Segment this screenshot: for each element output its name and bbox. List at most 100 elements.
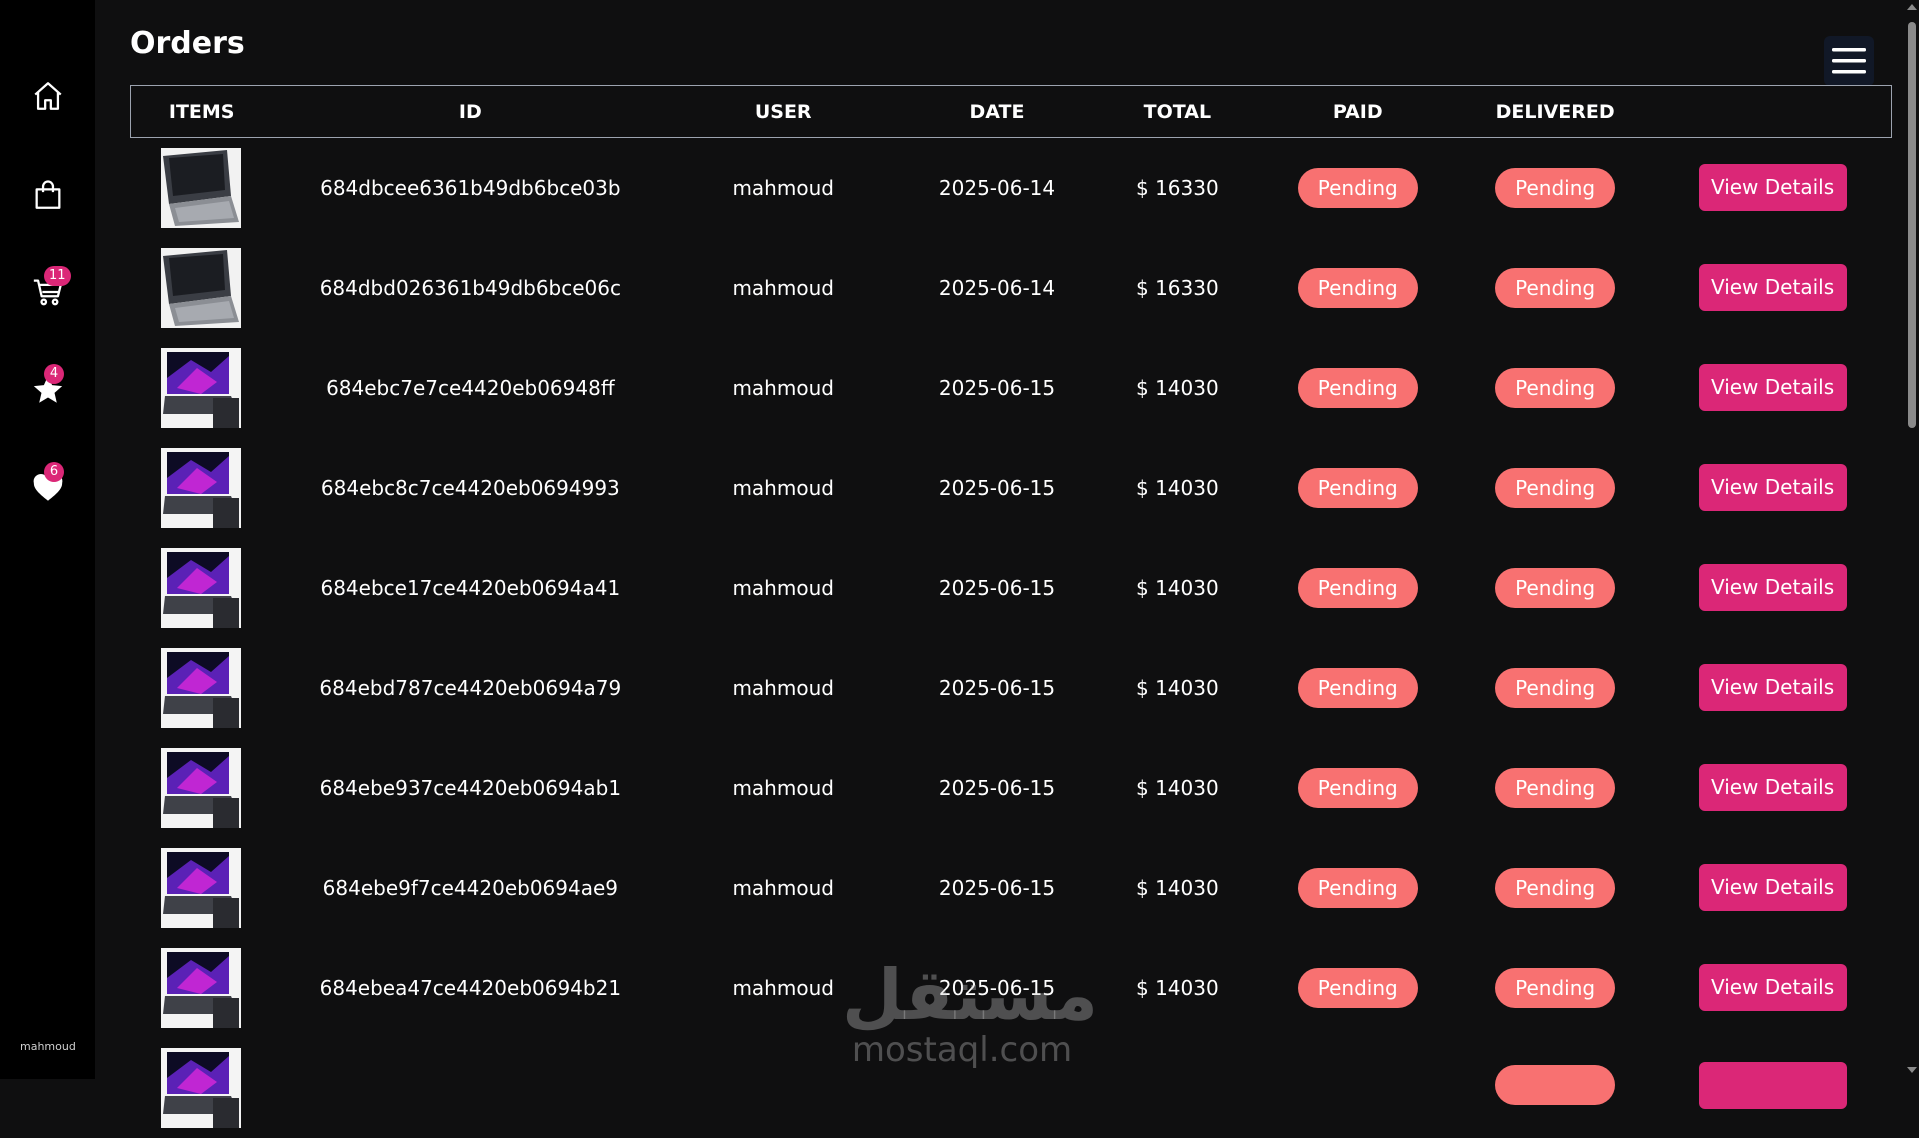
nav-favorites[interactable]: 4 [0, 360, 95, 420]
product-thumbnail [161, 147, 242, 228]
order-user: mahmoud [732, 775, 834, 800]
paid-status-badge: Pending [1297, 367, 1418, 408]
order-user: mahmoud [732, 675, 834, 700]
watermark-latin: mostaql.com [851, 1030, 1073, 1070]
order-total: $ 14030 [1136, 475, 1219, 500]
product-thumbnail [161, 547, 242, 628]
order-user: mahmoud [732, 475, 834, 500]
order-total: $ 14030 [1136, 675, 1219, 700]
order-total [1096, 1038, 1259, 1138]
delivered-status-badge: Pending [1495, 367, 1616, 408]
paid-status-badge: Pending [1297, 267, 1418, 308]
order-id: 684ebc7e7ce4420eb06948ff [326, 375, 615, 400]
delivered-status-badge: Pending [1495, 467, 1616, 508]
paid-status-badge: Pending [1297, 667, 1418, 708]
order-date: 2025-06-14 [938, 275, 1056, 300]
paid-status-badge: Pending [1297, 767, 1418, 808]
view-details-button[interactable]: View Details [1698, 864, 1847, 911]
order-total: $ 14030 [1136, 375, 1219, 400]
table-row: 684ebc8c7ce4420eb0694993 mahmoud 2025-06-1… [131, 438, 1892, 538]
watermark-arabic: مستقل [842, 954, 1099, 1036]
order-user: mahmoud [732, 175, 834, 200]
table-row: 684ebe9f7ce4420eb0694ae9 mahmoud 2025-06-1… [131, 838, 1892, 938]
delivered-status-badge: Pending [1495, 267, 1616, 308]
view-details-button[interactable]: View Details [1698, 264, 1847, 311]
nav-cart[interactable]: 11 [0, 262, 95, 322]
scroll-down-arrow[interactable] [1907, 1067, 1917, 1073]
order-id: 684ebe937ce4420eb0694ab1 [319, 775, 622, 800]
favorites-count-badge: 4 [44, 364, 64, 384]
delivered-status-badge: Pending [1495, 767, 1616, 808]
order-total: $ 16330 [1136, 175, 1219, 200]
order-date: 2025-06-15 [938, 675, 1056, 700]
table-row: 684dbd026361b49db6bce06c mahmoud 2025-06-1… [131, 238, 1892, 338]
order-id: 684ebd787ce4420eb0694a79 [319, 675, 622, 700]
product-thumbnail [161, 647, 242, 728]
order-id: 684dbcee6361b49db6bce03b [320, 175, 621, 200]
order-user: mahmoud [732, 575, 834, 600]
nav-shop[interactable] [0, 165, 95, 225]
order-id [272, 1038, 668, 1138]
view-details-button[interactable] [1698, 1061, 1847, 1109]
view-details-button[interactable]: View Details [1698, 764, 1847, 811]
product-thumbnail [161, 1047, 242, 1128]
header-paid: PAID [1332, 100, 1383, 123]
home-icon [33, 82, 62, 110]
view-details-button[interactable]: View Details [1698, 664, 1847, 711]
main-content: Orders ITEMS ID USER DATE TOTAL PAID DEL… [95, 0, 1895, 1128]
delivered-status-badge [1495, 1065, 1616, 1105]
header-date: DATE [969, 100, 1025, 123]
product-thumbnail [161, 247, 242, 328]
wishlist-count-badge: 6 [44, 462, 64, 482]
order-date: 2025-06-15 [938, 575, 1056, 600]
table-row: 684ebd787ce4420eb0694a79 mahmoud 2025-06-1… [131, 638, 1892, 738]
order-date: 2025-06-14 [938, 175, 1056, 200]
header-total: TOTAL [1143, 100, 1212, 123]
order-id: 684ebe9f7ce4420eb0694ae9 [322, 875, 619, 900]
paid-status-badge: Pending [1297, 467, 1418, 508]
header-actions [1654, 86, 1892, 138]
delivered-status-badge: Pending [1495, 867, 1616, 908]
delivered-status-badge: Pending [1495, 567, 1616, 608]
sidebar-username[interactable]: mahmoud [20, 1040, 76, 1053]
nav-home[interactable] [0, 66, 95, 126]
delivered-status-badge: Pending [1495, 967, 1616, 1008]
cart-count-badge: 11 [44, 266, 71, 286]
sidebar: 11 4 6 mahmoud [0, 0, 95, 1079]
order-id: 684dbd026361b49db6bce06c [319, 275, 621, 300]
paid-status-badge: Pending [1297, 867, 1418, 908]
page-title: Orders [130, 26, 245, 61]
nav-wishlist[interactable]: 6 [0, 458, 95, 518]
table-row: 684ebc7e7ce4420eb06948ff mahmoud 2025-06-1… [131, 338, 1892, 438]
order-date: 2025-06-15 [938, 475, 1056, 500]
view-details-button[interactable]: View Details [1698, 964, 1847, 1011]
scroll-up-arrow[interactable] [1907, 4, 1917, 10]
order-id: 684ebea47ce4420eb0694b21 [319, 975, 622, 1000]
order-date: 2025-06-15 [938, 875, 1056, 900]
paid-status-badge: Pending [1297, 567, 1418, 608]
order-id: 684ebc8c7ce4420eb0694993 [320, 475, 620, 500]
order-user: mahmoud [732, 375, 834, 400]
order-date: 2025-06-15 [938, 775, 1056, 800]
view-details-button[interactable]: View Details [1698, 464, 1847, 511]
scroll-thumb[interactable] [1908, 22, 1916, 428]
order-total: $ 14030 [1136, 575, 1219, 600]
delivered-status-badge: Pending [1495, 667, 1616, 708]
order-total: $ 16330 [1136, 275, 1219, 300]
paid-status-badge: Pending [1297, 967, 1418, 1008]
view-details-button[interactable]: View Details [1698, 564, 1847, 611]
order-total: $ 14030 [1136, 775, 1219, 800]
shopping-bag-icon [35, 180, 60, 209]
header-user: USER [754, 100, 812, 123]
view-details-button[interactable]: View Details [1698, 164, 1847, 212]
header-items: ITEMS [168, 100, 235, 123]
table-row: 684ebe937ce4420eb0694ab1 mahmoud 2025-06-1… [131, 738, 1892, 838]
header-delivered: DELIVERED [1495, 100, 1615, 123]
delivered-status-badge: Pending [1495, 167, 1616, 208]
table-row: 684dbcee6361b49db6bce03b mahmoud 2025-06-1… [131, 138, 1892, 238]
product-thumbnail [161, 447, 242, 528]
table-header-row: ITEMS ID USER DATE TOTAL PAID DELIVERED [130, 85, 1892, 138]
view-details-button[interactable]: View Details [1698, 364, 1847, 411]
menu-button[interactable] [1824, 36, 1874, 86]
scrollbar[interactable] [1904, 0, 1919, 1079]
